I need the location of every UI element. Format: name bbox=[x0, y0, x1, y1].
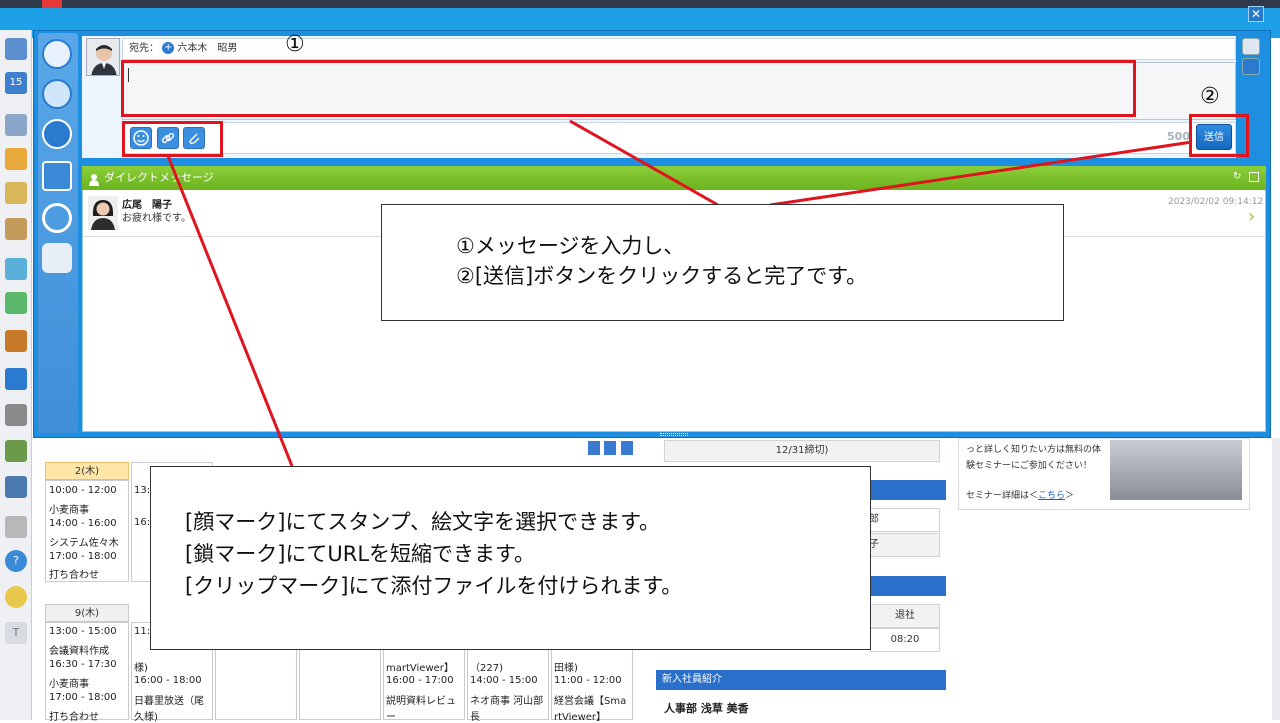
callout-line: ②[送信]ボタンをクリックすると完了です。 bbox=[456, 264, 868, 288]
annotation-line bbox=[569, 119, 719, 207]
callout-line: [クリップマーク]にて添付ファイルを付けられます。 bbox=[185, 574, 683, 598]
callout-send-instructions: ①メッセージを入力し、 ②[送信]ボタンをクリックすると完了です。 bbox=[381, 204, 1064, 321]
marker-1: ① bbox=[285, 32, 305, 57]
callout-tool-instructions: [顔マーク]にてスタンプ、絵文字を選択できます。 [鎖マーク]にてURLを短縮で… bbox=[150, 466, 871, 650]
annotation-line bbox=[166, 155, 294, 467]
callout-line: ①メッセージを入力し、 bbox=[456, 234, 685, 258]
annotation-line bbox=[769, 140, 1193, 207]
highlight-tool-buttons bbox=[122, 121, 223, 157]
highlight-message-box bbox=[121, 60, 1136, 117]
highlight-send-button bbox=[1189, 114, 1249, 157]
callout-line: [顔マーク]にてスタンプ、絵文字を選択できます。 bbox=[185, 510, 661, 534]
marker-2: ② bbox=[1200, 84, 1220, 109]
callout-line: [鎖マーク]にてURLを短縮できます。 bbox=[185, 542, 535, 566]
